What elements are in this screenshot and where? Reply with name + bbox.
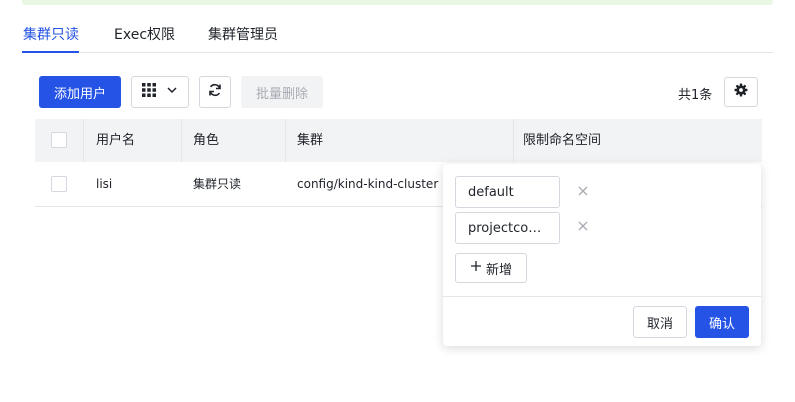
batch-delete-button[interactable]: 批量删除 [241, 76, 323, 108]
namespace-input[interactable] [455, 212, 560, 244]
add-namespace-button[interactable]: 新增 [455, 253, 527, 283]
row-checkbox[interactable] [51, 176, 67, 192]
chevron-down-icon [166, 84, 178, 100]
close-icon [578, 221, 588, 231]
total-count: 共1条 [678, 88, 713, 103]
grid-icon [142, 83, 156, 101]
active-tab-indicator [22, 51, 79, 53]
header-namespace: 限制命名空间 [523, 133, 602, 148]
cell-role: 集群只读 [193, 177, 242, 191]
column-divider [181, 119, 182, 162]
remove-namespace-button[interactable] [576, 219, 590, 233]
namespace-edit-popover: 新增 取消 确认 [443, 164, 761, 346]
table-header: 用户名 角色 集群 限制命名空间 [35, 119, 762, 162]
namespace-input[interactable] [455, 176, 560, 208]
column-divider [513, 119, 514, 162]
column-divider [285, 119, 286, 162]
close-icon [578, 186, 588, 196]
header-cluster: 集群 [297, 133, 324, 148]
role-tabs: 集群只读 Exec权限 集群管理员 [22, 24, 773, 53]
cancel-button[interactable]: 取消 [633, 306, 687, 338]
refresh-button[interactable] [199, 76, 231, 108]
header-username: 用户名 [96, 133, 136, 148]
tab-cluster-admin[interactable]: 集群管理员 [208, 24, 278, 44]
header-role: 角色 [193, 133, 220, 148]
tab-exec-permission[interactable]: Exec权限 [114, 24, 175, 44]
top-notice-strip [22, 0, 773, 5]
gear-icon [734, 83, 748, 101]
select-all-checkbox[interactable] [51, 132, 67, 148]
confirm-button[interactable]: 确认 [695, 306, 749, 338]
remove-namespace-button[interactable] [576, 184, 590, 198]
cell-username: lisi [96, 177, 113, 191]
add-namespace-label: 新增 [485, 262, 512, 278]
add-user-button[interactable]: 添加用户 [39, 76, 121, 108]
cell-cluster: config/kind-kind-cluster [297, 177, 439, 191]
settings-button[interactable] [724, 77, 758, 107]
popover-footer: 取消 确认 [443, 296, 761, 346]
tab-cluster-readonly[interactable]: 集群只读 [23, 24, 79, 44]
refresh-icon [208, 83, 222, 101]
plus-icon [470, 260, 482, 276]
column-divider [83, 119, 84, 162]
view-mode-dropdown[interactable] [131, 76, 189, 108]
